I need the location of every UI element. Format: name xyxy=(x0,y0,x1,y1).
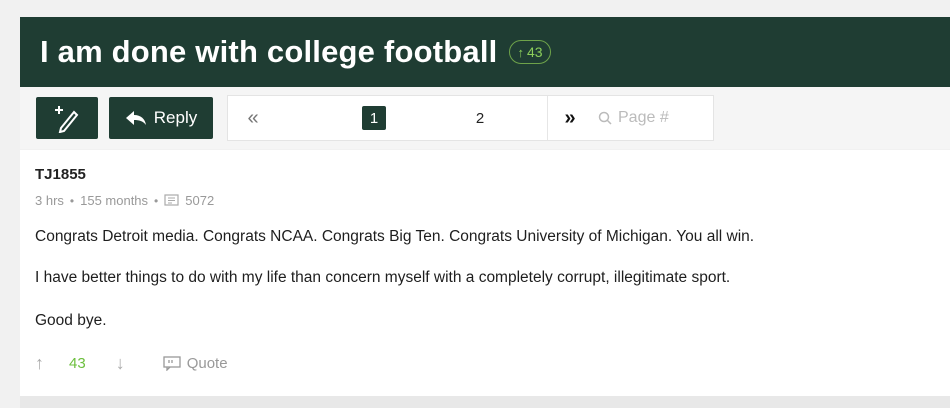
pagination: « 1 2 » Page # xyxy=(227,95,714,141)
author-membership: 155 months xyxy=(80,193,149,208)
search-icon xyxy=(598,111,612,125)
post-count-icon xyxy=(164,193,179,206)
quote-button[interactable]: Quote xyxy=(163,355,228,372)
pagination-divider xyxy=(547,96,548,140)
thread-vote-badge: ↑ 43 xyxy=(509,40,551,64)
quote-icon xyxy=(163,356,181,371)
meta-separator: • xyxy=(69,193,75,208)
page-1-button[interactable]: 1 xyxy=(362,106,386,130)
author-post-count: 5072 xyxy=(185,193,215,208)
pencil-plus-icon xyxy=(55,106,79,133)
post-author[interactable]: TJ1855 xyxy=(35,166,86,183)
post-paragraph: I have better things to do with my life … xyxy=(35,269,731,286)
reply-button[interactable]: Reply xyxy=(109,97,213,139)
upvote-arrow-icon: ↑ xyxy=(517,44,524,60)
last-page-button[interactable]: » xyxy=(556,106,584,130)
next-post-edge xyxy=(20,396,950,408)
post-actions: ↑ 43 ↓ Quote xyxy=(35,353,228,374)
reply-arrow-icon xyxy=(125,111,146,125)
page-number-input[interactable]: Page # xyxy=(598,106,708,130)
reply-label: Reply xyxy=(153,108,198,127)
downvote-icon[interactable]: ↓ xyxy=(116,353,125,374)
new-post-button[interactable] xyxy=(36,97,98,139)
post-card: TJ1855 3 hrs • 155 months • 5072 Congrat… xyxy=(20,150,950,396)
thread-title: I am done with college football xyxy=(40,34,498,69)
meta-separator: • xyxy=(154,193,159,208)
quote-label: Quote xyxy=(186,355,228,372)
upvote-icon[interactable]: ↑ xyxy=(35,353,44,374)
page-input-placeholder: Page # xyxy=(618,109,669,126)
thread-toolbar: Reply « 1 2 » Page # xyxy=(20,87,950,149)
post-paragraph: Good bye. xyxy=(35,312,107,329)
page-2-button[interactable]: 2 xyxy=(468,106,492,130)
post-paragraph: Congrats Detroit media. Congrats NCAA. C… xyxy=(35,228,755,245)
thread-header: I am done with college football ↑ 43 xyxy=(20,17,950,87)
post-time: 3 hrs xyxy=(35,193,64,208)
post-meta: 3 hrs • 155 months • 5072 xyxy=(35,193,214,208)
thread-vote-count: 43 xyxy=(526,44,543,60)
first-page-button[interactable]: « xyxy=(238,106,268,130)
post-score: 43 xyxy=(69,355,86,372)
